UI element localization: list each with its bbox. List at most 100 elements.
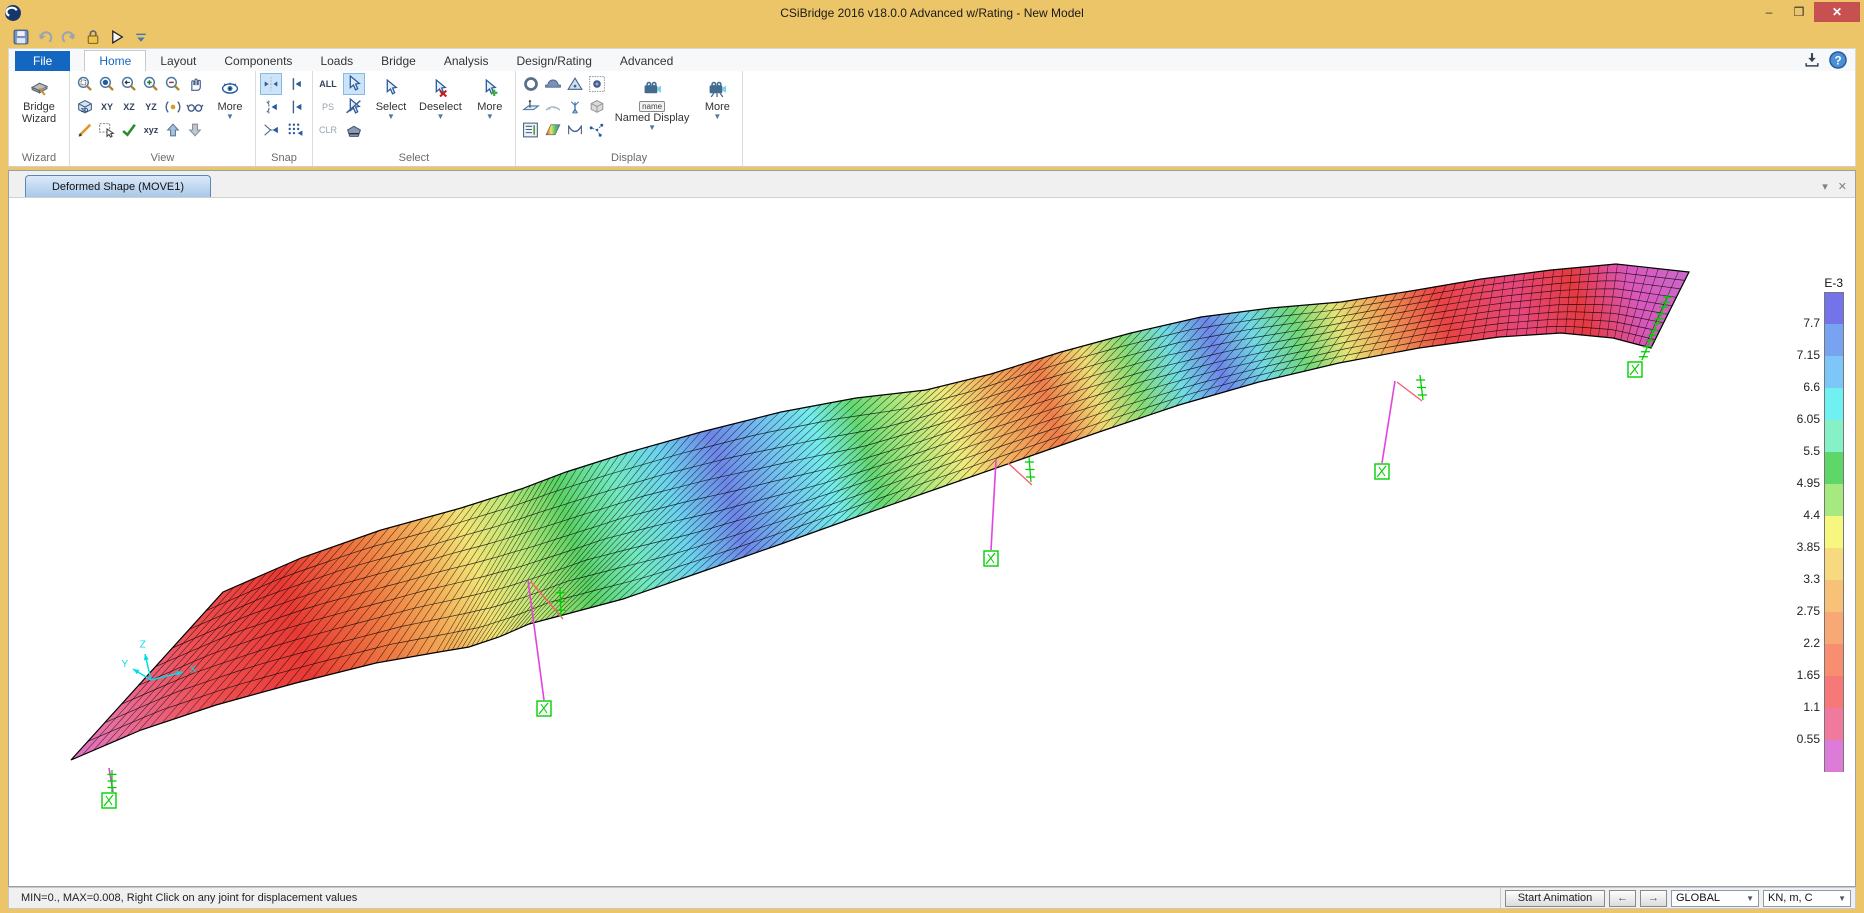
group-label-display: Display bbox=[520, 152, 739, 166]
model-canvas[interactable]: ZYX E-3 7.77.156.66.055.54.954.43.853.32… bbox=[9, 198, 1855, 886]
bridge-wizard-button[interactable]: Bridge Wizard bbox=[13, 73, 65, 152]
camera-pattern-icon[interactable] bbox=[586, 73, 608, 95]
ribbon-tabs: File Home Layout Components Loads Bridge… bbox=[9, 49, 1855, 71]
group-view: 3D XY XZ YZ xyz More ▼ bbox=[70, 71, 256, 166]
snap-end-icon[interactable] bbox=[284, 73, 306, 95]
antenna-icon[interactable] bbox=[564, 96, 586, 118]
named-display-button[interactable]: name Named Display ▼ bbox=[611, 73, 694, 152]
rotate-view-icon[interactable] bbox=[162, 96, 184, 118]
help-icon[interactable]: ? bbox=[1829, 51, 1847, 69]
snap-midpoint-icon[interactable] bbox=[284, 96, 306, 118]
pointer-line-icon[interactable] bbox=[343, 96, 365, 118]
legend-value: 2.75 bbox=[1776, 604, 1820, 618]
tab-home[interactable]: Home bbox=[84, 50, 146, 71]
lanes-icon[interactable] bbox=[542, 96, 564, 118]
view-3d-icon[interactable]: 3D bbox=[74, 96, 96, 118]
run-analysis-icon[interactable] bbox=[108, 28, 126, 46]
zoom-in-icon[interactable] bbox=[140, 73, 162, 95]
display-more-button[interactable]: More ▼ bbox=[696, 73, 738, 152]
next-step-button[interactable]: → bbox=[1640, 890, 1667, 907]
chevron-down-icon: ▼ bbox=[387, 113, 395, 121]
units-select[interactable]: KN, m, C ▼ bbox=[1763, 890, 1851, 907]
close-button[interactable]: ✕ bbox=[1814, 2, 1860, 22]
select-button[interactable]: Select ▼ bbox=[370, 73, 412, 152]
legend-value: 7.7 bbox=[1776, 316, 1820, 330]
tab-layout[interactable]: Layout bbox=[146, 51, 210, 71]
zoom-out-icon[interactable] bbox=[162, 73, 184, 95]
tab-loads[interactable]: Loads bbox=[306, 51, 367, 71]
poly-select-icon[interactable] bbox=[343, 119, 365, 141]
tab-bridge[interactable]: Bridge bbox=[367, 51, 430, 71]
triangle-icon[interactable] bbox=[564, 73, 586, 95]
close-view-icon[interactable]: ✕ bbox=[1838, 180, 1847, 193]
svg-text:X: X bbox=[190, 665, 197, 676]
download-icon[interactable] bbox=[1803, 51, 1821, 69]
snap-grid-icon[interactable] bbox=[284, 119, 306, 141]
ribbon: File Home Layout Components Loads Bridge… bbox=[8, 48, 1856, 167]
undo-icon[interactable] bbox=[36, 28, 54, 46]
lock-icon[interactable] bbox=[84, 28, 102, 46]
group-select: ALL PS CLR Select ▼ Deselect ▼ bbox=[313, 71, 516, 166]
view-more-button[interactable]: More ▼ bbox=[209, 73, 251, 152]
xyz-axes-button[interactable]: xyz bbox=[140, 119, 162, 141]
tab-advanced[interactable]: Advanced bbox=[606, 51, 687, 71]
select-all-button[interactable]: ALL bbox=[317, 73, 339, 95]
view-xz-button[interactable]: XZ bbox=[118, 96, 140, 118]
redo-icon[interactable] bbox=[60, 28, 78, 46]
snap-line-icon[interactable] bbox=[260, 96, 282, 118]
joint-pattern-icon[interactable] bbox=[586, 119, 608, 141]
snap-intersection-icon[interactable] bbox=[260, 119, 282, 141]
zoom-full-icon[interactable] bbox=[96, 73, 118, 95]
tab-file[interactable]: File bbox=[15, 51, 70, 71]
zoom-previous-icon[interactable] bbox=[118, 73, 140, 95]
legend-segment bbox=[1824, 516, 1844, 548]
zoom-rect-icon[interactable] bbox=[74, 73, 96, 95]
legend-segment bbox=[1824, 324, 1844, 356]
save-icon[interactable] bbox=[12, 28, 30, 46]
contour-colors-icon[interactable] bbox=[542, 119, 564, 141]
pointer-icon[interactable] bbox=[343, 73, 365, 95]
select-clr-button[interactable]: CLR bbox=[317, 119, 339, 141]
legend-value: 3.85 bbox=[1776, 540, 1820, 554]
select-area-icon[interactable] bbox=[96, 119, 118, 141]
tab-components[interactable]: Components bbox=[210, 51, 306, 71]
tables-icon[interactable] bbox=[520, 119, 542, 141]
perspective-glasses-icon[interactable] bbox=[184, 96, 206, 118]
select-ps-button[interactable]: PS bbox=[317, 96, 339, 118]
bridge-icon[interactable] bbox=[542, 73, 564, 95]
view-tab-dropdown-icon[interactable]: ▾ bbox=[1822, 180, 1828, 193]
customize-toolbar-icon[interactable] bbox=[132, 28, 150, 46]
circle-icon[interactable] bbox=[520, 73, 542, 95]
tab-analysis[interactable]: Analysis bbox=[430, 51, 503, 71]
legend-value: 6.6 bbox=[1776, 380, 1820, 394]
legend-value: 6.05 bbox=[1776, 412, 1820, 426]
view-xy-button[interactable]: XY bbox=[96, 96, 118, 118]
snap-point-icon[interactable] bbox=[260, 73, 282, 95]
legend-segment bbox=[1824, 452, 1844, 484]
cable-sag-icon[interactable] bbox=[564, 119, 586, 141]
view-yz-button[interactable]: YZ bbox=[140, 96, 162, 118]
legend-segment bbox=[1824, 708, 1844, 740]
tab-design-rating[interactable]: Design/Rating bbox=[503, 51, 606, 71]
deselect-button[interactable]: Deselect ▼ bbox=[415, 73, 466, 152]
down-icon[interactable] bbox=[184, 119, 206, 141]
check-icon[interactable] bbox=[118, 119, 140, 141]
maximize-button[interactable]: ❒ bbox=[1784, 2, 1814, 22]
axis-plane-icon[interactable] bbox=[520, 96, 542, 118]
deformed-shape-plot[interactable]: ZYX bbox=[9, 198, 1855, 886]
draw-pencil-icon[interactable] bbox=[74, 119, 96, 141]
up-icon[interactable] bbox=[162, 119, 184, 141]
start-animation-button[interactable]: Start Animation bbox=[1505, 890, 1605, 907]
eye-icon bbox=[221, 75, 239, 101]
add-select-cursor-icon bbox=[481, 75, 499, 101]
minimize-button[interactable]: – bbox=[1754, 2, 1784, 22]
view-tab-deformed-shape[interactable]: Deformed Shape (MOVE1) bbox=[25, 175, 211, 197]
coord-system-select[interactable]: GLOBAL ▼ bbox=[1671, 890, 1759, 907]
select-more-button[interactable]: More ▼ bbox=[469, 73, 511, 152]
pan-icon[interactable] bbox=[184, 73, 206, 95]
legend-value: 1.1 bbox=[1776, 700, 1820, 714]
svg-text:Y: Y bbox=[121, 659, 128, 670]
prev-step-button[interactable]: ← bbox=[1609, 890, 1636, 907]
legend-scale-label: E-3 bbox=[1780, 276, 1844, 292]
cube-icon[interactable] bbox=[586, 96, 608, 118]
